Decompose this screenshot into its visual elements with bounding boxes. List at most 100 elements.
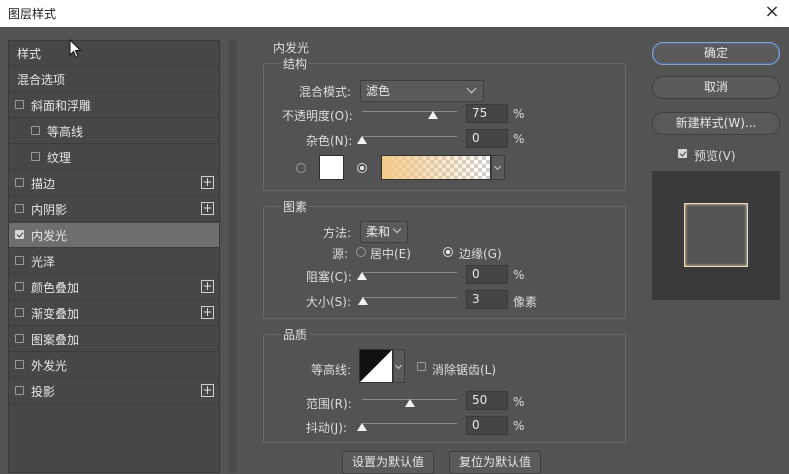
choke-input[interactable]: 0 xyxy=(466,265,508,284)
style-list-label: 外发光 xyxy=(31,359,68,373)
preview-checkbox[interactable] xyxy=(678,149,687,158)
style-list-item[interactable]: 样式 xyxy=(9,41,219,66)
solid-color-radio[interactable] xyxy=(296,163,306,173)
blend-mode-label: 混合模式: xyxy=(299,85,352,99)
style-list-item[interactable]: 等高线 xyxy=(9,119,219,144)
style-list-label: 投影 xyxy=(31,385,56,399)
color-swatch[interactable] xyxy=(319,155,344,180)
style-list-item[interactable]: 内发光 xyxy=(9,223,219,248)
style-checkbox[interactable] xyxy=(15,334,24,343)
choke-slider-track[interactable] xyxy=(362,272,457,273)
style-checkbox[interactable] xyxy=(15,100,24,109)
add-instance-icon[interactable]: + xyxy=(201,384,214,397)
style-checkbox[interactable] xyxy=(15,308,24,317)
noise-unit: % xyxy=(513,132,525,146)
style-list-label: 内发光 xyxy=(31,229,68,243)
style-checkbox[interactable] xyxy=(15,360,24,369)
style-list-item[interactable]: 光泽 xyxy=(9,249,219,274)
preview-label: 预览(V) xyxy=(694,149,736,163)
style-checkbox[interactable] xyxy=(15,230,24,239)
jitter-input[interactable]: 0 xyxy=(466,416,508,435)
jitter-slider-track[interactable] xyxy=(362,423,457,424)
set-default-button[interactable]: 设置为默认值 xyxy=(342,451,434,474)
new-style-button[interactable]: 新建样式(W)... xyxy=(652,112,780,135)
style-list: 投影 + 外发光 图案叠加 渐变叠加 + 颜色叠加 + 光泽 内发光 内阴影 + 描边 + 纹理 等高线 斜面和… xyxy=(8,39,220,473)
blend-mode-select[interactable]: 滤色 xyxy=(360,80,484,102)
style-list-item[interactable]: 混合选项 xyxy=(9,67,219,92)
quality-title: 品质 xyxy=(281,326,310,343)
add-instance-icon[interactable]: + xyxy=(201,176,214,189)
style-list-item[interactable]: 纹理 xyxy=(9,145,219,170)
add-instance-icon[interactable]: + xyxy=(201,202,214,215)
source-label: 源: xyxy=(332,247,349,261)
style-list-item[interactable]: 内阴影 + xyxy=(9,197,219,222)
add-instance-icon[interactable]: + xyxy=(201,280,214,293)
jitter-slider-thumb[interactable] xyxy=(357,423,367,431)
contour-label: 等高线: xyxy=(311,363,352,377)
style-checkbox[interactable] xyxy=(15,282,24,291)
contour-dropdown[interactable] xyxy=(393,349,405,383)
style-list-label: 纹理 xyxy=(47,151,72,165)
noise-label: 杂色(N): xyxy=(306,134,353,148)
source-edge-label: 边缘(G) xyxy=(459,247,502,261)
choke-slider-thumb[interactable] xyxy=(357,272,367,280)
source-center-radio[interactable] xyxy=(356,247,366,257)
chevron-down-icon xyxy=(394,361,403,370)
style-list-label: 斜面和浮雕 xyxy=(31,99,92,113)
style-list-item[interactable]: 投影 + xyxy=(9,379,219,404)
reset-default-button[interactable]: 复位为默认值 xyxy=(449,451,541,474)
size-label: 大小(S): xyxy=(306,295,352,309)
size-input[interactable]: 3 xyxy=(466,290,508,309)
ok-button[interactable]: 确定 xyxy=(652,42,780,65)
size-slider-thumb[interactable] xyxy=(358,297,369,305)
gradient-dropdown[interactable] xyxy=(491,155,505,180)
size-slider-track[interactable] xyxy=(362,297,457,298)
jitter-unit: % xyxy=(513,419,525,433)
opacity-input[interactable]: 75 xyxy=(466,104,508,123)
style-checkbox[interactable] xyxy=(31,126,40,135)
opacity-slider-track[interactable] xyxy=(362,111,457,112)
gradient-swatch[interactable] xyxy=(381,155,491,180)
range-input[interactable]: 50 xyxy=(466,391,508,410)
window-title: 图层样式 xyxy=(8,7,57,21)
style-checkbox[interactable] xyxy=(15,386,24,395)
opacity-slider-thumb[interactable] xyxy=(428,111,439,119)
style-list-item[interactable]: 颜色叠加 + xyxy=(9,275,219,300)
style-checkbox[interactable] xyxy=(15,204,24,213)
choke-label: 阻塞(C): xyxy=(306,270,352,284)
opacity-label: 不透明度(O): xyxy=(282,109,353,123)
choke-unit: % xyxy=(513,268,525,282)
source-center-label: 居中(E) xyxy=(370,247,411,261)
size-unit: 像素 xyxy=(513,295,538,309)
noise-input[interactable]: 0 xyxy=(466,129,508,148)
style-list-label: 样式 xyxy=(17,47,42,61)
style-checkbox[interactable] xyxy=(15,256,24,265)
style-list-label: 图案叠加 xyxy=(31,333,80,347)
list-scroll-gutter[interactable] xyxy=(229,40,237,473)
noise-slider-thumb[interactable] xyxy=(357,136,367,144)
style-list-item[interactable]: 图案叠加 xyxy=(9,327,219,352)
contour-preview[interactable] xyxy=(359,349,393,383)
style-list-item[interactable]: 斜面和浮雕 xyxy=(9,93,219,118)
style-list-item[interactable]: 描边 + xyxy=(9,171,219,196)
antialias-checkbox[interactable] xyxy=(417,362,426,371)
cancel-button[interactable]: 取消 xyxy=(652,76,780,99)
add-instance-icon[interactable]: + xyxy=(201,306,214,319)
range-unit: % xyxy=(513,395,525,409)
chevron-down-icon xyxy=(466,83,477,94)
source-edge-radio[interactable] xyxy=(443,247,453,257)
style-list-label: 内阴影 xyxy=(31,203,68,217)
noise-slider-track[interactable] xyxy=(362,136,457,137)
gradient-radio[interactable] xyxy=(357,163,367,173)
style-checkbox[interactable] xyxy=(31,152,40,161)
chevron-down-icon xyxy=(493,162,502,171)
method-select[interactable]: 柔和 xyxy=(360,221,408,243)
chevron-down-icon xyxy=(392,224,402,234)
range-slider-thumb[interactable] xyxy=(404,399,415,407)
style-checkbox[interactable] xyxy=(15,178,24,187)
range-label: 范围(R): xyxy=(306,397,352,411)
style-list-item[interactable]: 渐变叠加 + xyxy=(9,301,219,326)
mouse-cursor-icon xyxy=(69,39,82,59)
style-list-item[interactable]: 外发光 xyxy=(9,353,219,378)
close-icon[interactable]: × xyxy=(761,1,783,22)
